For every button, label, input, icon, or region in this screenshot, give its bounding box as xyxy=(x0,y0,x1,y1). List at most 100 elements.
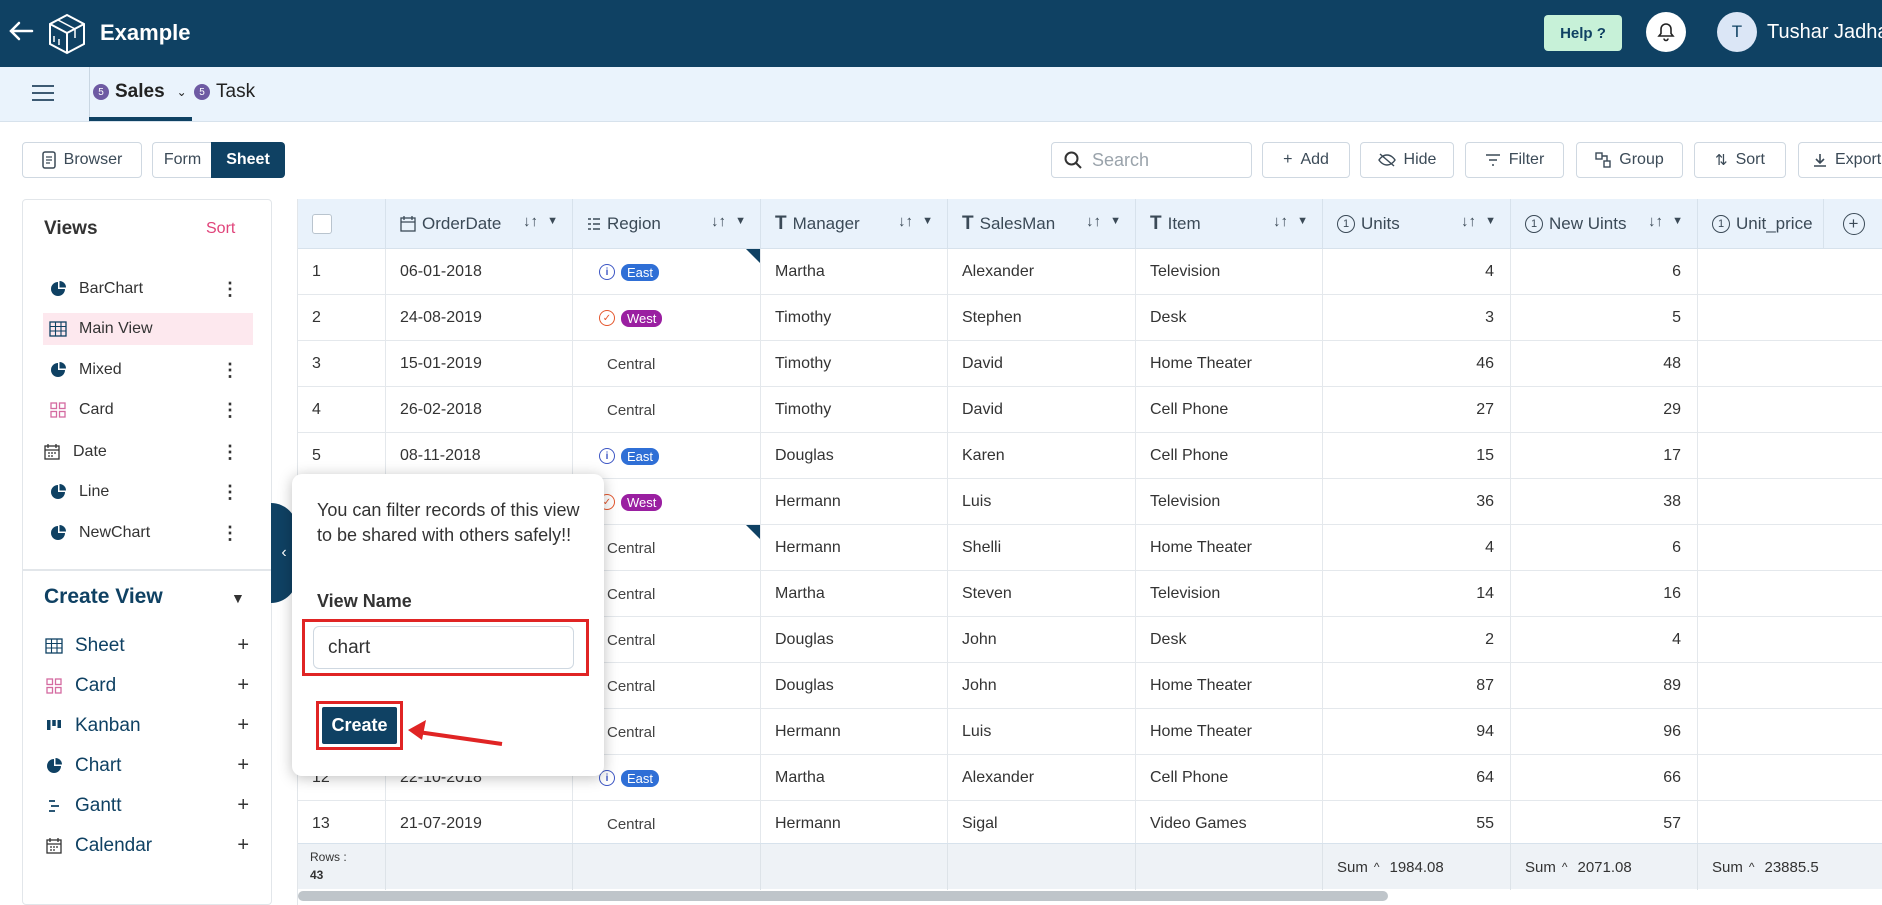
view-item-mixed[interactable]: Mixed ⋮ xyxy=(43,354,253,386)
form-view-toggle[interactable]: Form xyxy=(152,142,212,178)
cell-new-units[interactable]: 48 xyxy=(1511,341,1698,387)
filter-button[interactable]: Filter xyxy=(1465,142,1564,178)
plus-icon[interactable]: + xyxy=(237,674,249,697)
chevron-down-icon[interactable]: ▼ xyxy=(231,590,245,606)
create-gantt-item[interactable]: Gantt + xyxy=(43,790,253,822)
cell-manager[interactable]: Timothy xyxy=(761,387,948,433)
cell-units[interactable]: 64 xyxy=(1323,755,1511,801)
cell-new-units[interactable]: 66 xyxy=(1511,755,1698,801)
plus-icon[interactable]: + xyxy=(237,754,249,777)
chevron-up-icon[interactable]: ^ xyxy=(1562,860,1568,874)
cell-salesman[interactable]: John xyxy=(948,663,1136,709)
sort-button[interactable]: ⇅ Sort xyxy=(1694,142,1786,178)
cell-salesman[interactable]: Luis xyxy=(948,709,1136,755)
cell-region[interactable]: Central xyxy=(573,801,761,847)
cell-region[interactable]: ✓ West xyxy=(573,295,761,341)
tab-sales[interactable]: 5 Sales ⌄ xyxy=(93,81,187,103)
cell-new-units[interactable]: 16 xyxy=(1511,571,1698,617)
cell-manager[interactable]: Hermann xyxy=(761,525,948,571)
cell-unit-price[interactable] xyxy=(1698,617,1882,663)
chevron-down-icon[interactable]: ▼ xyxy=(1485,215,1496,227)
table-row[interactable]: 3 15-01-2019 Central Timothy David Home Theat… xyxy=(298,341,1882,387)
cell-item[interactable]: Video Games xyxy=(1136,801,1323,847)
create-sheet-item[interactable]: Sheet + xyxy=(43,630,253,662)
help-button[interactable]: Help ? xyxy=(1544,15,1622,51)
view-name-input[interactable] xyxy=(313,626,574,669)
cell-salesman[interactable]: Alexander xyxy=(948,755,1136,801)
cell-n[interactable]: 4 xyxy=(298,387,386,433)
cell-unit-price[interactable] xyxy=(1698,709,1882,755)
chevron-up-icon[interactable]: ^ xyxy=(1749,860,1755,874)
table-row[interactable]: 13 21-07-2019 Central Hermann Sigal Video Gam… xyxy=(298,801,1882,847)
cell-manager[interactable]: Douglas xyxy=(761,663,948,709)
cell-unit-price[interactable] xyxy=(1698,755,1882,801)
cell-unit-price[interactable] xyxy=(1698,249,1882,295)
cell-item[interactable]: Television xyxy=(1136,571,1323,617)
cell-new-units[interactable]: 5 xyxy=(1511,295,1698,341)
cell-new-units[interactable]: 4 xyxy=(1511,617,1698,663)
cell-unit-price[interactable] xyxy=(1698,571,1882,617)
chevron-up-icon[interactable]: ^ xyxy=(1374,860,1380,874)
search-box[interactable] xyxy=(1051,142,1252,178)
add-button[interactable]: + Add xyxy=(1262,142,1350,178)
cell-manager[interactable]: Timothy xyxy=(761,295,948,341)
cell-n[interactable]: 5 xyxy=(298,433,386,479)
cell-unit-price[interactable] xyxy=(1698,479,1882,525)
chevron-down-icon[interactable]: ▼ xyxy=(1672,215,1683,227)
column-header-units[interactable]: 1 Units ↓↑ ▼ xyxy=(1323,199,1511,249)
cell-manager[interactable]: Martha xyxy=(761,571,948,617)
cell-date[interactable]: 08-11-2018 xyxy=(386,433,573,479)
create-card-item[interactable]: Card + xyxy=(43,670,253,702)
select-all-checkbox[interactable] xyxy=(312,214,332,234)
cell-manager[interactable]: Hermann xyxy=(761,709,948,755)
cell-item[interactable]: Cell Phone xyxy=(1136,387,1323,433)
cell-salesman[interactable]: David xyxy=(948,341,1136,387)
export-button[interactable]: Export xyxy=(1798,142,1882,178)
more-options-icon[interactable]: ⋮ xyxy=(221,482,239,502)
cell-units[interactable]: 4 xyxy=(1323,249,1511,295)
search-input[interactable] xyxy=(1092,149,1242,171)
cell-salesman[interactable]: Luis xyxy=(948,479,1136,525)
sort-icon[interactable]: ↓↑ xyxy=(523,213,538,230)
table-row[interactable]: 4 26-02-2018 Central Timothy David Cell Phone… xyxy=(298,387,1882,433)
cell-date[interactable]: 24-08-2019 xyxy=(386,295,573,341)
add-column-button[interactable]: + xyxy=(1824,199,1882,249)
chevron-down-icon[interactable]: ⌄ xyxy=(177,85,187,99)
sheet-view-toggle[interactable]: Sheet xyxy=(211,142,285,178)
chevron-down-icon[interactable]: ▼ xyxy=(1297,215,1308,227)
sort-icon[interactable]: ↓↑ xyxy=(711,213,726,230)
cell-unit-price[interactable] xyxy=(1698,433,1882,479)
table-row[interactable]: 1 06-01-2018 i East Martha Alexander Televisio… xyxy=(298,249,1882,295)
cell-item[interactable]: Desk xyxy=(1136,617,1323,663)
cell-unit-price[interactable] xyxy=(1698,387,1882,433)
units-sum-cell[interactable]: Sum ^ 1984.08 xyxy=(1323,844,1511,890)
cell-units[interactable]: 15 xyxy=(1323,433,1511,479)
cell-units[interactable]: 3 xyxy=(1323,295,1511,341)
view-item-newchart[interactable]: NewChart ⋮ xyxy=(43,517,253,549)
cell-units[interactable]: 14 xyxy=(1323,571,1511,617)
more-options-icon[interactable]: ⋮ xyxy=(221,400,239,420)
cell-item[interactable]: Cell Phone xyxy=(1136,755,1323,801)
cell-units[interactable]: 2 xyxy=(1323,617,1511,663)
column-header-region[interactable]: Region ↓↑ ▼ xyxy=(573,199,761,249)
chevron-down-icon[interactable]: ▼ xyxy=(735,215,746,227)
column-header-unit-price[interactable]: 1 Unit_price xyxy=(1698,199,1824,249)
cell-n[interactable]: 3 xyxy=(298,341,386,387)
cell-n[interactable]: 2 xyxy=(298,295,386,341)
column-header-orderdate[interactable]: OrderDate ↓↑ ▼ xyxy=(386,199,573,249)
more-options-icon[interactable]: ⋮ xyxy=(221,442,239,462)
cell-new-units[interactable]: 57 xyxy=(1511,801,1698,847)
unit-price-sum-cell[interactable]: Sum ^ 23885.5 xyxy=(1698,844,1882,890)
cell-new-units[interactable]: 6 xyxy=(1511,525,1698,571)
cell-n[interactable]: 1 xyxy=(298,249,386,295)
cell-new-units[interactable]: 6 xyxy=(1511,249,1698,295)
cell-item[interactable]: Home Theater xyxy=(1136,709,1323,755)
cell-item[interactable]: Desk xyxy=(1136,295,1323,341)
view-item-line[interactable]: Line ⋮ xyxy=(43,476,253,508)
cell-region[interactable]: i East xyxy=(573,249,761,295)
cell-units[interactable]: 36 xyxy=(1323,479,1511,525)
cell-units[interactable]: 94 xyxy=(1323,709,1511,755)
horizontal-scrollbar[interactable] xyxy=(298,891,1388,901)
cell-new-units[interactable]: 96 xyxy=(1511,709,1698,755)
cell-manager[interactable]: Douglas xyxy=(761,433,948,479)
